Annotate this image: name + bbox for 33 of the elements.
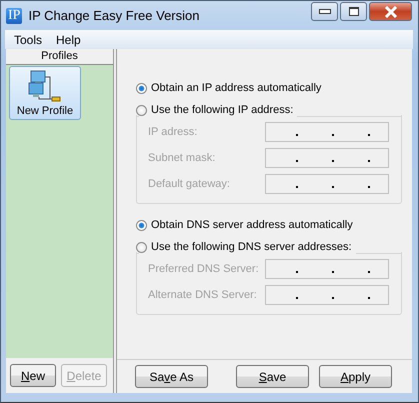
window-title: IP Change Easy Free Version <box>28 8 200 23</box>
ip-address-field[interactable] <box>265 259 389 279</box>
radio-button[interactable] <box>136 242 147 252</box>
save-button[interactable]: Save <box>236 365 309 388</box>
ip-address-field[interactable] <box>265 285 389 305</box>
menu-item[interactable]: Tools <box>14 32 42 46</box>
apply-button[interactable]: Apply <box>319 365 392 388</box>
network-computers-icon <box>28 69 62 103</box>
option-label: Use the following DNS server addresses: <box>151 241 352 253</box>
field-label: Preferred DNS Server: <box>148 263 259 275</box>
maximize-button[interactable] <box>340 2 367 21</box>
field-label: Alternate DNS Server: <box>148 289 257 301</box>
profiles-header: Profiles <box>40 49 79 64</box>
save-as-button[interactable]: Save As <box>135 365 208 388</box>
option-label: Use the following IP address: <box>151 104 294 116</box>
option-label: Obtain an IP address automatically <box>151 82 322 94</box>
radio-button[interactable] <box>136 104 147 116</box>
radio-button[interactable] <box>136 220 147 230</box>
ip-address-field[interactable] <box>265 174 389 194</box>
close-icon <box>384 6 398 18</box>
option-label: Obtain DNS server address automatically <box>151 219 353 231</box>
ip-address-field[interactable] <box>265 122 389 142</box>
app-logo-icon: IP <box>6 8 22 24</box>
field-label: Default gateway: <box>148 178 230 190</box>
field-label: IP adress: <box>148 126 198 138</box>
minimize-button[interactable] <box>311 2 338 21</box>
field-label: Subnet mask: <box>148 152 216 164</box>
profile-item[interactable]: New Profile <box>9 66 81 120</box>
close-button[interactable] <box>369 2 412 21</box>
radio-button[interactable] <box>136 82 147 94</box>
menu-item[interactable]: Help <box>56 32 81 46</box>
ip-address-field[interactable] <box>265 148 389 168</box>
new-button[interactable]: New <box>10 364 56 387</box>
